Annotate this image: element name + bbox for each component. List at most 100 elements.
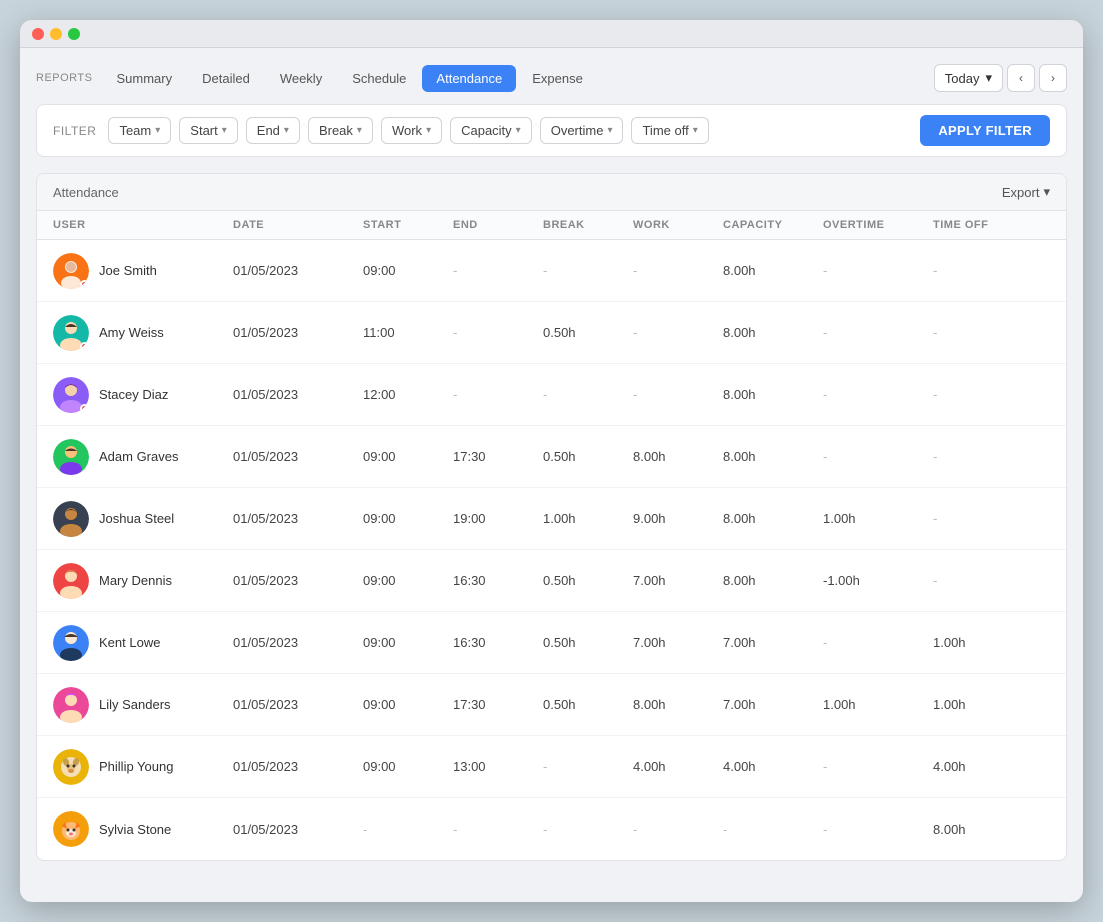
cell-overtime: - [823,822,933,837]
cell-break: - [543,822,633,837]
cell-work: 9.00h [633,511,723,526]
table-row: Joshua Steel 01/05/2023 09:00 19:00 1.00… [37,488,1066,550]
cell-date: 01/05/2023 [233,449,363,464]
column-headers: USER DATE START END BREAK WORK CAPACITY … [37,211,1066,240]
cell-start: - [363,822,453,837]
cell-timeoff: - [933,511,1033,526]
export-button[interactable]: Export ▾ [1002,184,1050,200]
cell-date: 01/05/2023 [233,511,363,526]
tab-attendance[interactable]: Attendance [422,65,516,92]
cell-end: 19:00 [453,511,543,526]
cell-work: 8.00h [633,697,723,712]
cell-timeoff: 1.00h [933,697,1033,712]
cell-timeoff: 8.00h [933,822,1033,837]
tab-weekly[interactable]: Weekly [266,65,336,92]
cell-break: 0.50h [543,449,633,464]
cell-date: 01/05/2023 [233,635,363,650]
chevron-down-icon: ▾ [155,125,160,136]
filter-start[interactable]: Start ▾ [179,117,238,144]
avatar [53,811,89,847]
app-window: REPORTS Summary Detailed Weekly Schedule… [20,20,1083,902]
cell-capacity: 8.00h [723,387,823,402]
nav-tabs: REPORTS Summary Detailed Weekly Schedule… [36,65,597,92]
user-cell: Lily Sanders [53,687,233,723]
table-body: Joe Smith 01/05/2023 09:00 - - - 8.00h -… [37,240,1066,860]
chevron-down-icon: ▾ [284,125,289,136]
avatar [53,439,89,475]
cell-start: 12:00 [363,387,453,402]
close-button[interactable] [32,28,44,40]
avatar [53,377,89,413]
cell-work: 4.00h [633,759,723,774]
chevron-down-icon: ▾ [222,125,227,136]
next-date-button[interactable]: › [1039,64,1067,92]
filter-work[interactable]: Work ▾ [381,117,442,144]
top-bar: REPORTS Summary Detailed Weekly Schedule… [36,64,1067,92]
cell-capacity: 8.00h [723,449,823,464]
col-date: DATE [233,219,363,231]
maximize-button[interactable] [68,28,80,40]
cell-end: 13:00 [453,759,543,774]
user-name: Phillip Young [99,759,173,774]
filter-timeoff[interactable]: Time off ▾ [631,117,708,144]
cell-start: 09:00 [363,511,453,526]
chevron-down-icon: ▾ [985,70,992,86]
apply-filter-button[interactable]: APPLY FILTER [920,115,1050,146]
filter-overtime[interactable]: Overtime ▾ [540,117,624,144]
filter-end[interactable]: End ▾ [246,117,300,144]
minimize-button[interactable] [50,28,62,40]
filter-team[interactable]: Team ▾ [108,117,171,144]
cell-date: 01/05/2023 [233,263,363,278]
cell-work: - [633,263,723,278]
tab-summary[interactable]: Summary [102,65,186,92]
cell-break: 0.50h [543,635,633,650]
col-start: START [363,219,453,231]
avatar [53,315,89,351]
cell-end: 17:30 [453,449,543,464]
user-name: Amy Weiss [99,325,164,340]
user-cell: Joe Smith [53,253,233,289]
table-row: Sylvia Stone 01/05/2023 - - - - - - 8.00… [37,798,1066,860]
prev-date-button[interactable]: ‹ [1007,64,1035,92]
table-row: Lily Sanders 01/05/2023 09:00 17:30 0.50… [37,674,1066,736]
user-name: Sylvia Stone [99,822,171,837]
col-timeoff: TIME OFF [933,219,1033,231]
avatar [53,625,89,661]
cell-capacity: 8.00h [723,511,823,526]
avatar [53,749,89,785]
cell-timeoff: 4.00h [933,759,1033,774]
cell-overtime: - [823,263,933,278]
cell-timeoff: - [933,263,1033,278]
user-cell: Joshua Steel [53,501,233,537]
tab-expense[interactable]: Expense [518,65,597,92]
tab-detailed[interactable]: Detailed [188,65,264,92]
cell-capacity: - [723,822,823,837]
filter-break[interactable]: Break ▾ [308,117,373,144]
col-capacity: CAPACITY [723,219,823,231]
cell-date: 01/05/2023 [233,822,363,837]
cell-start: 09:00 [363,573,453,588]
cell-start: 11:00 [363,325,453,340]
cell-work: - [633,325,723,340]
title-bar [20,20,1083,48]
cell-end: - [453,325,543,340]
cell-work: 7.00h [633,573,723,588]
cell-start: 09:00 [363,635,453,650]
cell-break: 0.50h [543,697,633,712]
user-cell: Amy Weiss [53,315,233,351]
tab-schedule[interactable]: Schedule [338,65,420,92]
main-content: REPORTS Summary Detailed Weekly Schedule… [20,48,1083,877]
filter-capacity[interactable]: Capacity ▾ [450,117,532,144]
cell-end: 16:30 [453,573,543,588]
cell-capacity: 4.00h [723,759,823,774]
avatar [53,687,89,723]
cell-break: 1.00h [543,511,633,526]
date-selector[interactable]: Today ▾ [934,64,1003,92]
cell-break: - [543,387,633,402]
cell-timeoff: - [933,573,1033,588]
chevron-down-icon: ▾ [693,125,698,136]
cell-capacity: 8.00h [723,263,823,278]
cell-start: 09:00 [363,449,453,464]
user-name: Joe Smith [99,263,157,278]
table-row: Phillip Young 01/05/2023 09:00 13:00 - 4… [37,736,1066,798]
